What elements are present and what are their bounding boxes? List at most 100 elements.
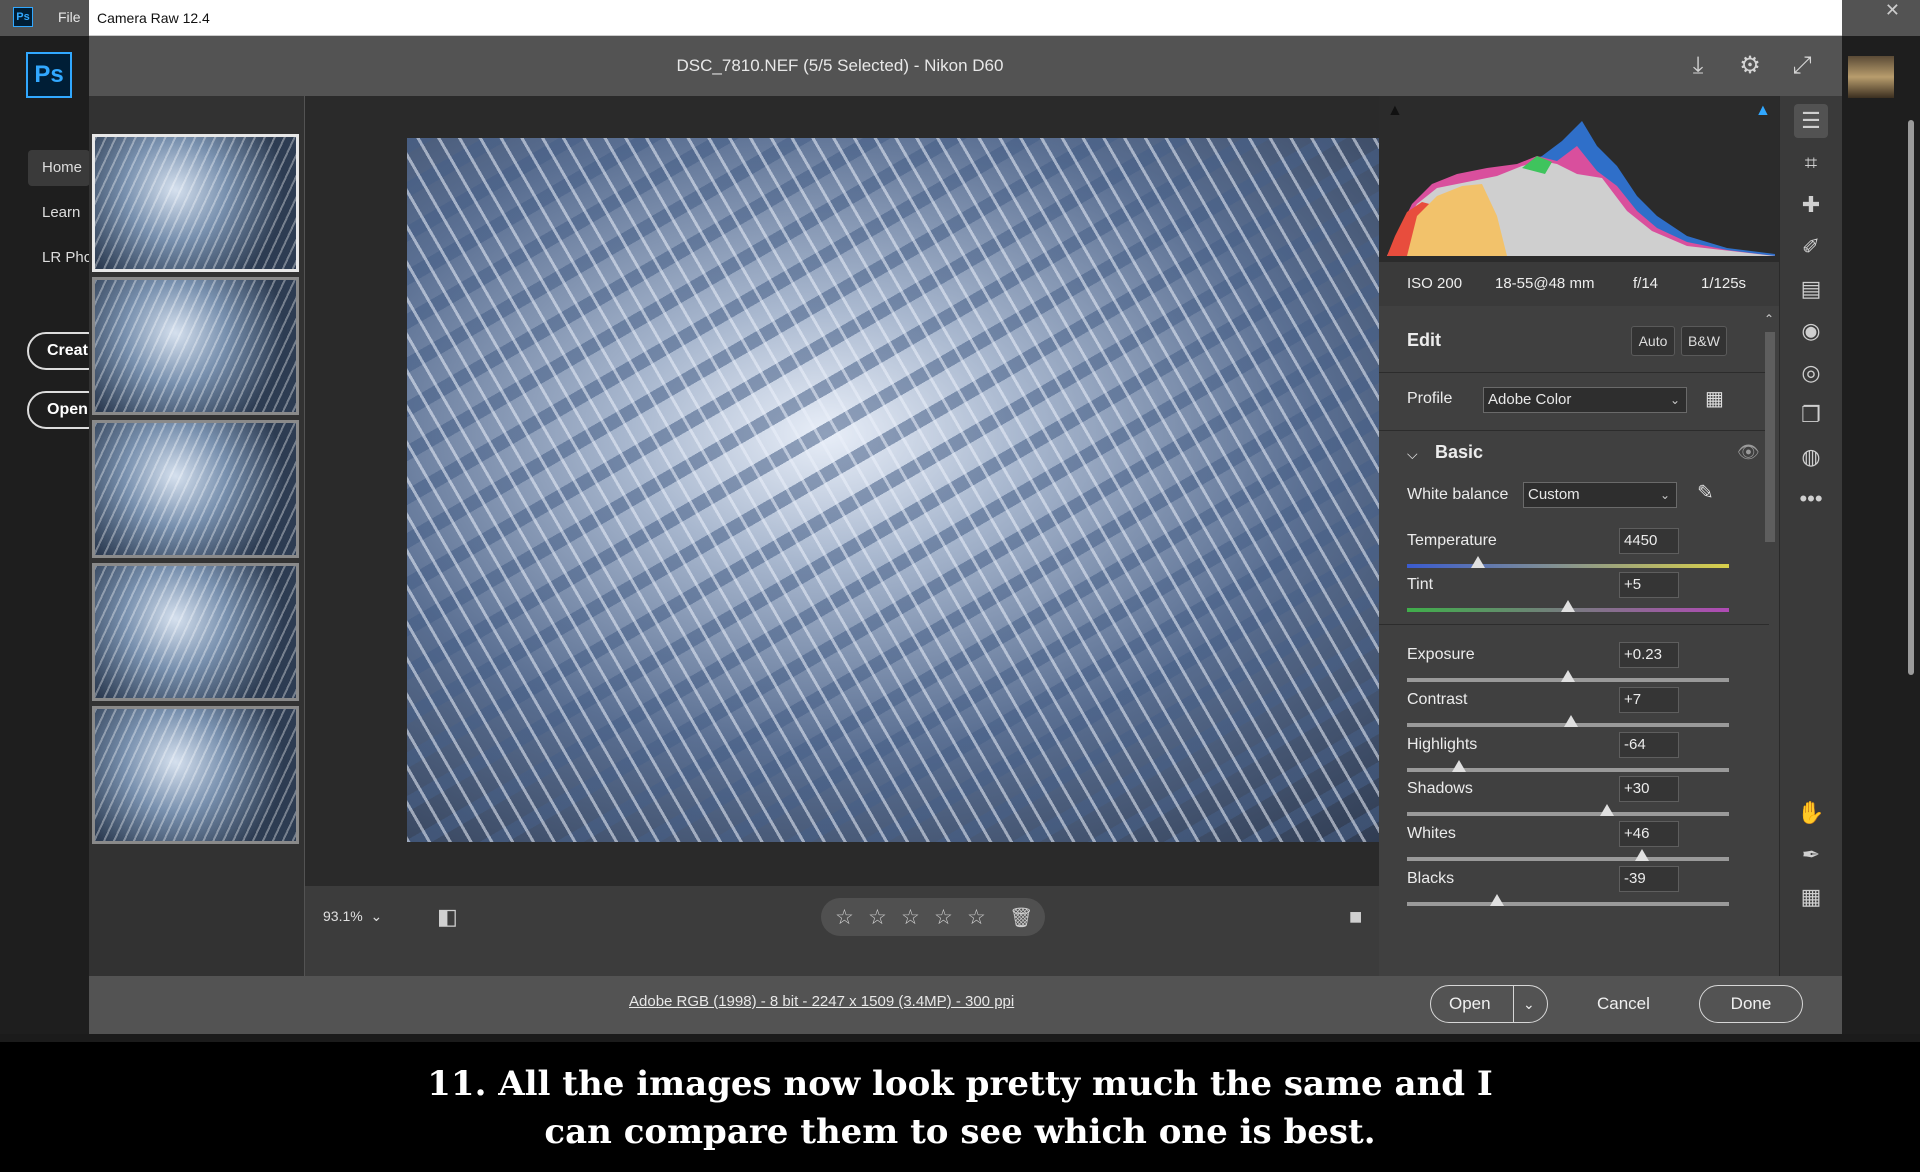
filmstrip-toggle-icon[interactable]: ◧ <box>437 904 458 930</box>
panel-scrollbar[interactable]: ⌃ ⌄ <box>1764 306 1776 1036</box>
profile-value: Adobe Color <box>1488 391 1572 408</box>
filmstrip-thumb[interactable] <box>92 134 299 272</box>
healing-icon[interactable]: ✚ <box>1794 188 1828 222</box>
nav-learn[interactable]: Learn <box>42 204 80 221</box>
eye-icon[interactable]: 👁 <box>1737 442 1760 463</box>
file-menu[interactable]: File <box>58 9 81 25</box>
slider-track[interactable] <box>1407 812 1729 816</box>
image-preview <box>305 96 1467 886</box>
caption-line-1: 11. All the images now look pretty much … <box>427 1064 1493 1104</box>
chevron-down-icon[interactable]: ⌄ <box>1523 986 1535 1022</box>
brush-icon[interactable]: ✐ <box>1794 230 1828 264</box>
presets-icon[interactable]: ◍ <box>1794 440 1828 474</box>
star-icon[interactable]: ☆ <box>868 905 887 930</box>
slider-value-input[interactable]: +5 <box>1619 572 1679 598</box>
ps-logo: Ps <box>26 52 72 98</box>
divider <box>1379 624 1769 625</box>
histogram: ▲ ▲ <box>1379 96 1779 262</box>
slider-handle[interactable] <box>1561 600 1575 612</box>
save-icon[interactable]: ⤓ <box>1683 52 1713 82</box>
white-balance-label: White balance <box>1407 486 1509 503</box>
star-icon[interactable]: ☆ <box>934 905 953 930</box>
star-icon[interactable]: ☆ <box>967 905 986 930</box>
filmstrip-thumb[interactable] <box>92 563 299 701</box>
dialog-titlebar: Camera Raw 12.4 <box>89 0 1842 36</box>
trash-icon[interactable]: 🗑 <box>1009 906 1033 930</box>
edit-sliders-icon[interactable]: ☰ <box>1794 104 1828 138</box>
file-title: DSC_7810.NEF (5/5 Selected) - Nikon D60 <box>676 56 1004 75</box>
more-icon[interactable]: ••• <box>1794 482 1828 516</box>
slider-handle[interactable] <box>1635 849 1650 861</box>
grid-icon[interactable]: ▦ <box>1794 880 1828 914</box>
slider-track[interactable] <box>1407 902 1729 906</box>
star-icon[interactable]: ☆ <box>835 905 854 930</box>
slider-handle[interactable] <box>1599 804 1614 816</box>
sample-icon[interactable]: ■ <box>1349 904 1362 930</box>
slider-value-input[interactable]: -64 <box>1619 732 1679 758</box>
red-eye-icon[interactable]: ◎ <box>1794 356 1828 390</box>
slider-label: Temperature <box>1407 532 1497 549</box>
edit-title: Edit <box>1407 330 1441 350</box>
open-button[interactable]: Open ⌄ <box>1430 985 1548 1023</box>
slider-handle[interactable] <box>1451 760 1466 772</box>
linear-gradient-icon[interactable]: ▤ <box>1794 272 1828 306</box>
star-icon[interactable]: ☆ <box>901 905 920 930</box>
profile-label: Profile <box>1407 390 1453 407</box>
slider-value-input[interactable]: +30 <box>1619 776 1679 802</box>
workflow-options-link[interactable]: Adobe RGB (1998) - 8 bit - 2247 x 1509 (… <box>629 993 1014 1010</box>
crop-icon[interactable]: ⌗ <box>1794 146 1828 180</box>
profile-browser-icon[interactable]: ▦ <box>1705 386 1724 411</box>
filmstrip-thumb[interactable] <box>92 277 299 415</box>
dialog-footer: Adobe RGB (1998) - 8 bit - 2247 x 1509 (… <box>89 976 1842 1034</box>
slider-label: Whites <box>1407 825 1456 842</box>
camera-info: ISO 200 18-55@48 mm f/14 1/125s <box>1379 262 1779 306</box>
zoom-value: 93.1% <box>323 908 363 924</box>
slider-value-input[interactable]: +0.23 <box>1619 642 1679 668</box>
auto-button[interactable]: Auto <box>1631 326 1675 356</box>
open-label: Open <box>1449 994 1491 1013</box>
close-icon[interactable]: ✕ <box>1885 0 1900 21</box>
eyedropper-icon[interactable]: ✎ <box>1697 480 1714 505</box>
slider-track[interactable] <box>1407 857 1729 861</box>
edit-panel: Edit Auto B&W Profile Adobe Color ⌄ ▦ ⌵ B… <box>1379 306 1779 1036</box>
ice-photo[interactable] <box>407 138 1453 842</box>
shutter: 1/125s <box>1701 275 1747 292</box>
color-sampler-icon[interactable]: ✒ <box>1794 838 1828 872</box>
white-balance-dropdown[interactable]: Custom ⌄ <box>1523 482 1677 508</box>
preview-toolbar: 93.1% ⌄ ◧ ☆ ☆ ☆ ☆ ☆ 🗑 ■ ◫ <box>305 886 1467 976</box>
bw-button[interactable]: B&W <box>1681 326 1727 356</box>
scrollbar[interactable] <box>1908 120 1914 675</box>
slider-value-input[interactable]: -39 <box>1619 866 1679 892</box>
radial-gradient-icon[interactable]: ◉ <box>1794 314 1828 348</box>
slider-value-input[interactable]: +7 <box>1619 687 1679 713</box>
nav-home[interactable]: Home <box>42 159 82 176</box>
cancel-button[interactable]: Cancel <box>1597 994 1650 1014</box>
slider-label: Highlights <box>1407 736 1478 753</box>
done-button[interactable]: Done <box>1699 985 1803 1023</box>
filmstrip-thumb[interactable] <box>92 420 299 558</box>
slider-handle[interactable] <box>1561 670 1575 682</box>
recent-file-thumbnail[interactable] <box>1848 56 1894 98</box>
snapshots-icon[interactable]: ❐ <box>1794 398 1828 432</box>
camera-raw-dialog: DSC_7810.NEF (5/5 Selected) - Nikon D60 … <box>89 36 1842 1036</box>
slider-handle[interactable] <box>1470 556 1485 568</box>
histogram-graph <box>1387 121 1775 256</box>
filmstrip-thumb[interactable] <box>92 706 299 844</box>
slider-handle[interactable] <box>1564 715 1579 727</box>
fullscreen-icon[interactable]: ⤢ <box>1787 52 1817 82</box>
star-rating: ☆ ☆ ☆ ☆ ☆ 🗑 <box>821 898 1045 936</box>
slider-label: Contrast <box>1407 691 1468 708</box>
slider-value-input[interactable]: +46 <box>1619 821 1679 847</box>
basic-title[interactable]: Basic <box>1435 442 1483 463</box>
slider-value-input[interactable]: 4450 <box>1619 528 1679 554</box>
slider-handle[interactable] <box>1490 894 1505 906</box>
chevron-down-icon[interactable]: ⌵ <box>1407 446 1418 463</box>
profile-dropdown[interactable]: Adobe Color ⌄ <box>1483 387 1687 413</box>
gear-icon[interactable]: ⚙ <box>1735 52 1765 82</box>
slider-label: Shadows <box>1407 780 1473 797</box>
zoom-level[interactable]: 93.1% ⌄ <box>323 908 382 925</box>
slider-track[interactable] <box>1407 564 1729 568</box>
hand-icon[interactable]: ✋ <box>1794 796 1828 830</box>
nav-lr-photos[interactable]: LR Phc <box>42 249 91 266</box>
slider-label: Exposure <box>1407 646 1475 663</box>
